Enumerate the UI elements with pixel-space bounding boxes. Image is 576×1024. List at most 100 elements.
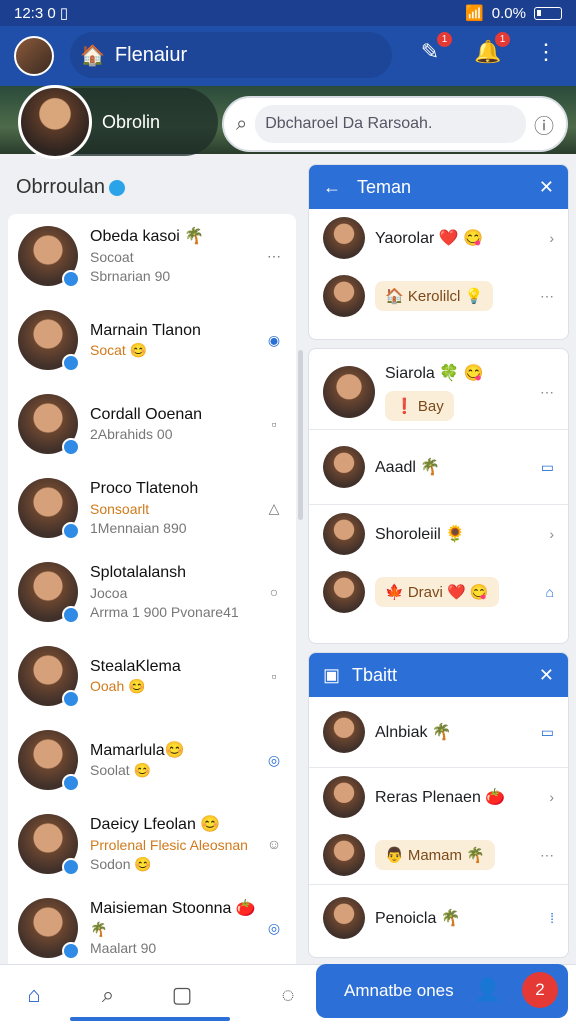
search-bar[interactable]: ⌕ Dbcharoel Da Rarsoah. ⓘ	[222, 96, 568, 152]
messenger-icon	[62, 942, 80, 960]
more-icon[interactable]: ⋯	[540, 384, 554, 401]
notifications-badge: 1	[495, 32, 510, 47]
message-chip: 🍁 Dravi ❤️ 😋	[375, 577, 499, 607]
contact-name: Alnbiak 🌴	[375, 724, 452, 741]
profile-pill[interactable]: Obrolin	[18, 85, 218, 159]
location-icon[interactable]: ◎	[262, 752, 286, 769]
chevron-right-icon[interactable]: ›	[549, 230, 554, 246]
contact-name: Siarola 🍀 😋	[385, 365, 484, 382]
list-item[interactable]: Alnbiak 🌴 ▭	[309, 697, 568, 767]
compose-button[interactable]: ✎ 1	[414, 32, 452, 68]
grid-icon[interactable]: ⁞	[550, 910, 554, 926]
chevron-right-icon[interactable]: ›	[549, 526, 554, 542]
compose-badge: 1	[437, 32, 452, 47]
contact-name: Mamarlula😊	[90, 741, 185, 759]
contact-avatar	[323, 776, 365, 818]
contact-avatar	[18, 646, 80, 708]
list-item[interactable]: Marnain Tlanon Socat 😊 ◉	[8, 298, 296, 382]
contact-status: 2Abrahids 00	[90, 426, 173, 443]
messenger-icon	[62, 438, 80, 456]
nav-pages-icon[interactable]: ▢	[162, 975, 202, 1015]
contact-name: Maisieman Stoonna 🍅	[90, 900, 256, 918]
list-item[interactable]: Cordall Ooenan 2Abrahids 00 ▫	[8, 382, 296, 466]
info-icon[interactable]: ⓘ	[534, 110, 554, 139]
contact-avatar	[323, 897, 365, 939]
list-item[interactable]: Maisieman Stoonna 🍅 🌴 Maalart 90 ◎	[8, 886, 296, 970]
smile-icon[interactable]: ☺	[262, 836, 286, 852]
card-icon[interactable]: ▭	[541, 459, 554, 476]
messenger-icon	[62, 858, 80, 876]
list-item[interactable]: Reras Plenaen 🍅 ›	[309, 768, 568, 826]
contact-name: Marnain Tlanon	[90, 321, 201, 339]
friends-card: ← Teman ✕ Yaorolar ❤️ 😋 › 🏠 Kerolilcl 💡 …	[308, 164, 569, 340]
list-item[interactable]: Penoicla 🌴 ⁞	[309, 885, 568, 951]
list-item[interactable]: StealaKlema Ooah 😊 ▫	[8, 634, 296, 718]
contact-meta: Maalart 90	[90, 939, 157, 956]
nav-search-icon[interactable]: ⌕	[88, 975, 128, 1015]
contact-name: Obeda kasoi 🌴	[90, 228, 205, 246]
user-avatar[interactable]	[14, 36, 54, 76]
message-chip: ❗ Bay	[385, 391, 454, 421]
list-item[interactable]: Aaadl 🌴 ▭	[309, 430, 568, 504]
contact-status: Soolat 😊	[90, 762, 152, 779]
shield-icon[interactable]: ◉	[262, 332, 286, 349]
list-item[interactable]: Yaorolar ❤️ 😋 ›	[309, 209, 568, 267]
list-item[interactable]: Obeda kasoi 🌴 Socoat Sbrnarian 90 ⋯	[8, 214, 296, 298]
card-icon[interactable]: ▫	[262, 668, 286, 684]
person-icon[interactable]: 👤	[474, 977, 501, 1003]
battery-icon	[534, 6, 562, 20]
app-title: Flenaiur	[114, 43, 188, 66]
close-icon[interactable]: ✕	[539, 665, 554, 686]
chats-title-text: Obrroulan	[16, 176, 105, 198]
chevron-right-icon[interactable]: ›	[549, 789, 554, 805]
back-icon[interactable]: ←	[323, 177, 341, 198]
list-item[interactable]: Splotalalansh Jocoa Arrma 1 900 Pvonare4…	[8, 550, 296, 634]
contact-name: Proco Tlatenoh	[90, 480, 199, 498]
profile-name: Obrolin	[102, 111, 161, 132]
card-icon[interactable]: ▭	[541, 724, 554, 741]
more-icon[interactable]: ⋯	[540, 288, 554, 305]
contact-avatar	[18, 562, 80, 624]
contact-avatar	[18, 226, 80, 288]
list-item[interactable]: 👨 Mamam 🌴 ⋯	[309, 826, 568, 884]
contact-avatar	[18, 730, 80, 792]
triangle-icon[interactable]: △	[262, 500, 286, 517]
note-icon: ▣	[323, 664, 341, 685]
more-vert-icon: ⋮	[535, 39, 557, 64]
close-icon[interactable]: ✕	[539, 177, 554, 198]
contact-avatar	[323, 834, 365, 876]
count-badge[interactable]: 2	[522, 972, 558, 1008]
contact-status: Ooah 😊	[90, 678, 146, 695]
list-item[interactable]: Shoroleiil 🌻 ›	[309, 505, 568, 563]
verified-icon	[108, 179, 125, 196]
list-item[interactable]: Siarola 🍀 😋 ❗ Bay ⋯	[309, 349, 568, 429]
more-menu-button[interactable]: ⋮	[530, 36, 562, 68]
list-item[interactable]: Mamarlula😊 Soolat 😊 ◎	[8, 718, 296, 802]
status-time: 12:3 0 ▯	[14, 5, 69, 22]
contact-avatar	[323, 275, 365, 317]
app-title-pill[interactable]: 🏠 Flenaiur	[70, 32, 392, 78]
status-card-title: Tbaitt	[352, 664, 398, 685]
card-icon[interactable]: ▫	[262, 416, 286, 432]
list-item[interactable]: Proco Tlatenoh Sonsoarlt 1Mennaian 890 △	[8, 466, 296, 550]
contact-avatar	[323, 217, 365, 259]
list-item[interactable]: 🏠 Kerolilcl 💡 ⋯	[309, 267, 568, 325]
location-icon[interactable]: ◎	[262, 920, 286, 937]
search-input[interactable]: Dbcharoel Da Rarsoah.	[255, 105, 526, 143]
notifications-button[interactable]: 🔔 1	[472, 32, 510, 68]
list-item[interactable]: 🍁 Dravi ❤️ 😋 ⌂	[309, 563, 568, 621]
status-card: ▣ Tbaitt ✕ Alnbiak 🌴 ▭ Reras Plenaen 🍅 ›…	[308, 652, 569, 958]
contact-status: Prrolenal Flesic Aleosnan	[90, 836, 248, 853]
scrollbar[interactable]	[298, 350, 303, 520]
nav-home-icon[interactable]: ⌂	[14, 975, 54, 1015]
list-item[interactable]: Daeicy Lfeolan 😊 Prrolenal Flesic Aleosn…	[8, 802, 296, 886]
clock-icon[interactable]: ○	[262, 584, 286, 600]
chats-title: Obrroulan	[16, 176, 125, 199]
home-icon[interactable]: ⌂	[546, 584, 554, 600]
nav-profile-icon[interactable]: ◌	[268, 975, 308, 1015]
more-icon[interactable]: ⋯	[540, 847, 554, 864]
messenger-icon	[62, 354, 80, 372]
more-icon[interactable]: ⋯	[262, 248, 286, 265]
search-icon: ⌕	[236, 112, 248, 135]
announcement-button[interactable]: Amnatbe ones 👤 2	[316, 964, 568, 1018]
